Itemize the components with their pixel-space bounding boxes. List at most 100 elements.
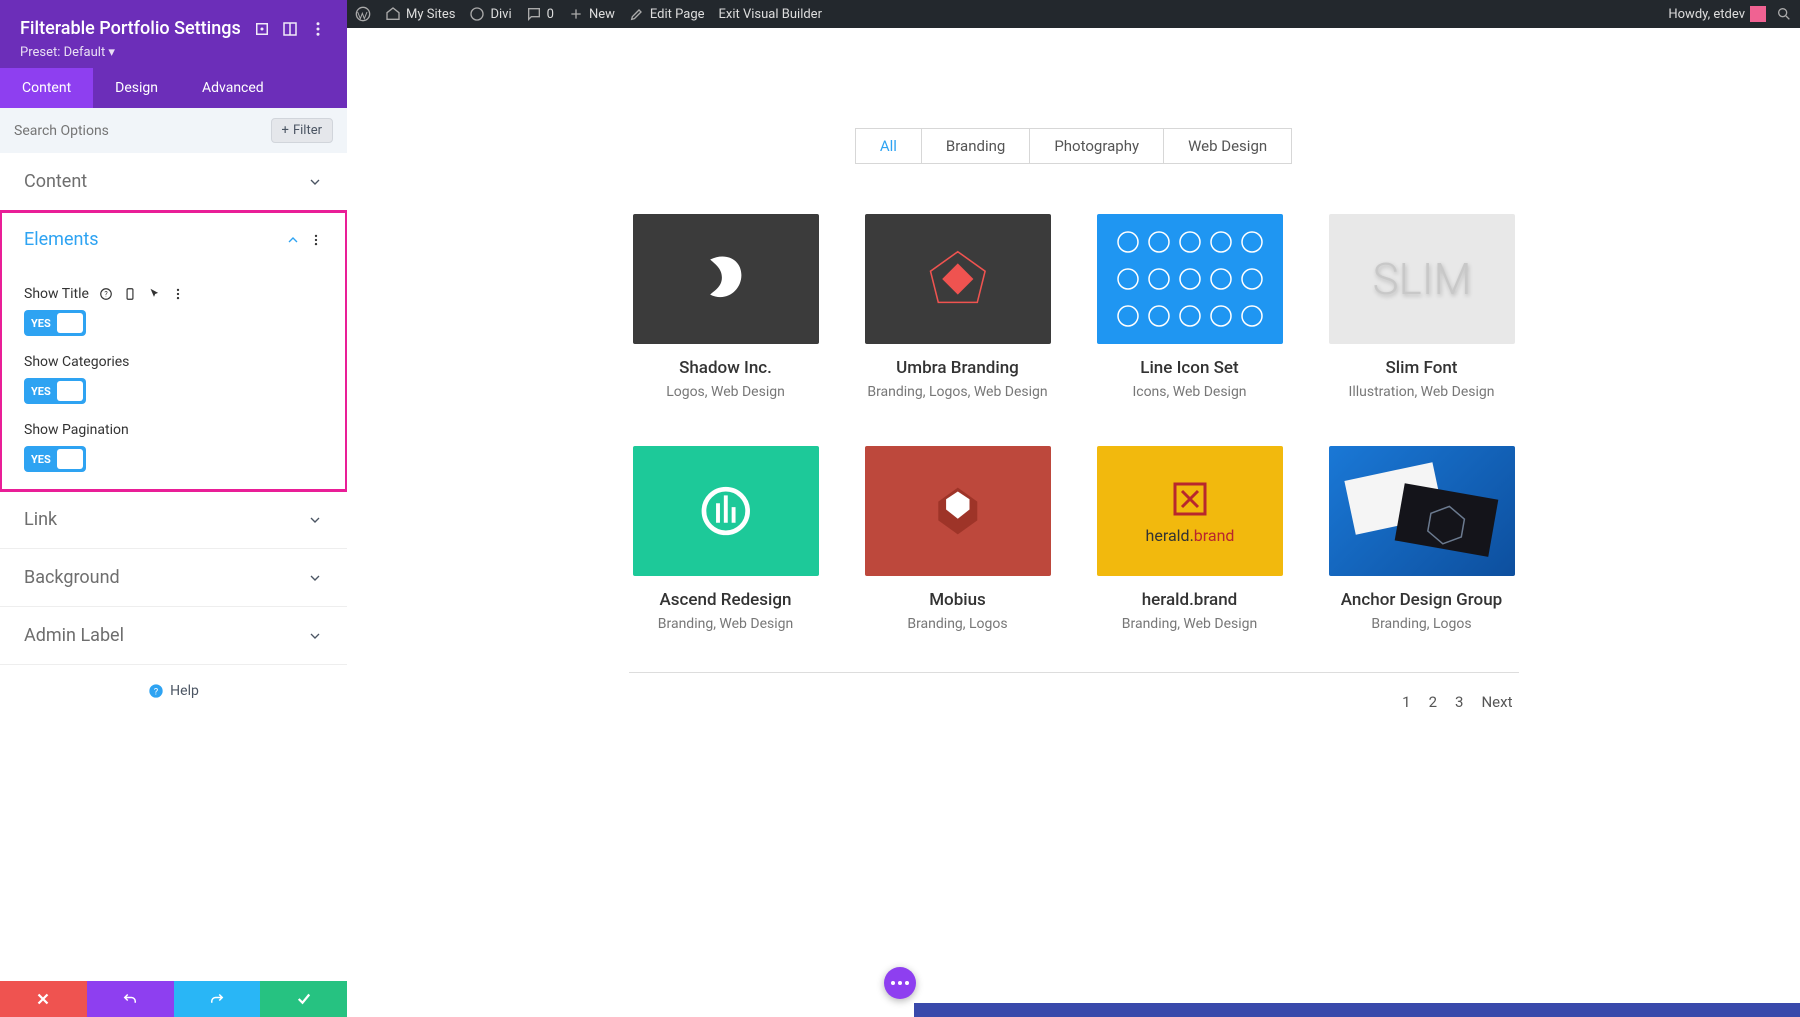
wp-logo[interactable] [355, 6, 371, 22]
show-pagination-label: Show Pagination [24, 422, 129, 438]
page-2[interactable]: 2 [1429, 693, 1437, 711]
tab-content[interactable]: Content [0, 68, 93, 108]
chevron-down-icon [307, 174, 323, 190]
responsive-icon[interactable] [123, 287, 137, 301]
svg-text:?: ? [104, 290, 108, 298]
show-title-toggle[interactable]: YES [24, 310, 86, 336]
search-icon[interactable] [1776, 6, 1792, 22]
chevron-down-icon [307, 512, 323, 528]
help-link[interactable]: ? Help [0, 665, 347, 717]
save-button[interactable] [260, 981, 347, 1017]
new-link[interactable]: New [568, 6, 615, 22]
layout-icon[interactable] [281, 20, 299, 38]
field-show-title: Show Title ? YES [24, 286, 323, 336]
section-link[interactable]: Link [0, 491, 347, 549]
undo-button[interactable] [87, 981, 174, 1017]
tab-design[interactable]: Design [93, 68, 180, 108]
filter-button[interactable]: +Filter [271, 118, 333, 143]
howdy-user[interactable]: Howdy, etdev [1668, 6, 1766, 22]
item-title: Shadow Inc. [633, 358, 819, 378]
thumbnail [865, 446, 1051, 576]
show-title-label: Show Title [24, 286, 89, 302]
thumbnail: SLIM [1329, 214, 1515, 344]
builder-fab[interactable] [884, 967, 916, 999]
site-link[interactable]: Divi [469, 6, 511, 22]
portfolio-item[interactable]: Ascend Redesign Branding, Web Design [633, 446, 819, 632]
my-sites-link[interactable]: My Sites [385, 6, 455, 22]
chevron-up-icon [285, 232, 301, 248]
thumbnail [633, 214, 819, 344]
portfolio-item[interactable]: Umbra Branding Branding, Logos, Web Desi… [865, 214, 1051, 400]
cancel-button[interactable] [0, 981, 87, 1017]
builder-bottom-bar[interactable] [914, 1003, 1800, 1017]
item-title: Mobius [865, 590, 1051, 610]
item-title: Slim Font [1329, 358, 1515, 378]
field-show-pagination: Show Pagination YES [24, 422, 323, 472]
panel-tabs: Content Design Advanced [0, 68, 347, 108]
section-background[interactable]: Background [0, 549, 347, 607]
portfolio-item[interactable]: Line Icon Set Icons, Web Design [1097, 214, 1283, 400]
portfolio-item[interactable]: Anchor Design Group Branding, Logos [1329, 446, 1515, 632]
field-more-icon[interactable] [171, 287, 185, 301]
settings-panel: Filterable Portfolio Settings Preset: De… [0, 0, 347, 1017]
page-next[interactable]: Next [1481, 693, 1512, 711]
item-categories: Logos, Web Design [633, 384, 819, 400]
thumbnail [865, 214, 1051, 344]
section-more-icon[interactable] [309, 233, 323, 247]
show-categories-toggle[interactable]: YES [24, 378, 86, 404]
item-title: Umbra Branding [865, 358, 1051, 378]
filter-all[interactable]: All [855, 128, 922, 164]
filter-branding[interactable]: Branding [921, 128, 1030, 164]
more-icon[interactable] [309, 20, 327, 38]
filter-photography[interactable]: Photography [1029, 128, 1164, 164]
item-categories: Branding, Logos, Web Design [865, 384, 1051, 400]
section-content[interactable]: Content [0, 153, 347, 211]
portfolio-item[interactable]: herald.brand herald.brand Branding, Web … [1097, 446, 1283, 632]
thumbnail [1097, 214, 1283, 344]
page-3[interactable]: 3 [1455, 693, 1463, 711]
thumbnail [1329, 446, 1515, 576]
item-title: herald.brand [1097, 590, 1283, 610]
panel-title: Filterable Portfolio Settings [20, 18, 243, 39]
svg-text:?: ? [154, 686, 159, 697]
item-categories: Illustration, Web Design [1329, 384, 1515, 400]
chevron-down-icon [307, 570, 323, 586]
item-title: Line Icon Set [1097, 358, 1283, 378]
item-title: Anchor Design Group [1329, 590, 1515, 610]
preset-dropdown[interactable]: Preset: Default ▾ [20, 45, 327, 60]
show-categories-label: Show Categories [24, 354, 129, 370]
search-input[interactable] [14, 123, 271, 139]
redo-button[interactable] [174, 981, 261, 1017]
hover-icon[interactable] [147, 287, 161, 301]
pagination: 1 2 3 Next [629, 672, 1519, 731]
panel-footer [0, 981, 347, 1017]
thumbnail [633, 446, 819, 576]
tab-advanced[interactable]: Advanced [180, 68, 286, 108]
focus-icon[interactable] [253, 20, 271, 38]
portfolio-item[interactable]: Shadow Inc. Logos, Web Design [633, 214, 819, 400]
item-categories: Branding, Logos [865, 616, 1051, 632]
show-pagination-toggle[interactable]: YES [24, 446, 86, 472]
filter-tabs: All Branding Photography Web Design [347, 128, 1800, 164]
item-title: Ascend Redesign [633, 590, 819, 610]
comments-link[interactable]: 0 [526, 6, 554, 22]
exit-visual-builder[interactable]: Exit Visual Builder [719, 7, 822, 22]
svg-text:herald.brand: herald.brand [1145, 526, 1234, 545]
help-circle-icon: ? [148, 683, 164, 699]
portfolio-item[interactable]: Mobius Branding, Logos [865, 446, 1051, 632]
section-elements: Elements Show Title ? YES Show Categ [0, 211, 347, 491]
section-elements-header[interactable]: Elements [0, 211, 347, 268]
wp-admin-bar: My Sites Divi 0 New Edit Page Exit Visua… [347, 0, 1800, 28]
item-categories: Branding, Web Design [633, 616, 819, 632]
section-admin-label[interactable]: Admin Label [0, 607, 347, 665]
item-categories: Branding, Logos [1329, 616, 1515, 632]
help-icon[interactable]: ? [99, 287, 113, 301]
chevron-down-icon [307, 628, 323, 644]
item-categories: Icons, Web Design [1097, 384, 1283, 400]
portfolio-item[interactable]: SLIM Slim Font Illustration, Web Design [1329, 214, 1515, 400]
panel-header: Filterable Portfolio Settings Preset: De… [0, 0, 347, 68]
edit-page-link[interactable]: Edit Page [629, 6, 705, 22]
filter-web-design[interactable]: Web Design [1163, 128, 1292, 164]
page-1[interactable]: 1 [1402, 693, 1410, 711]
thumbnail: herald.brand [1097, 446, 1283, 576]
